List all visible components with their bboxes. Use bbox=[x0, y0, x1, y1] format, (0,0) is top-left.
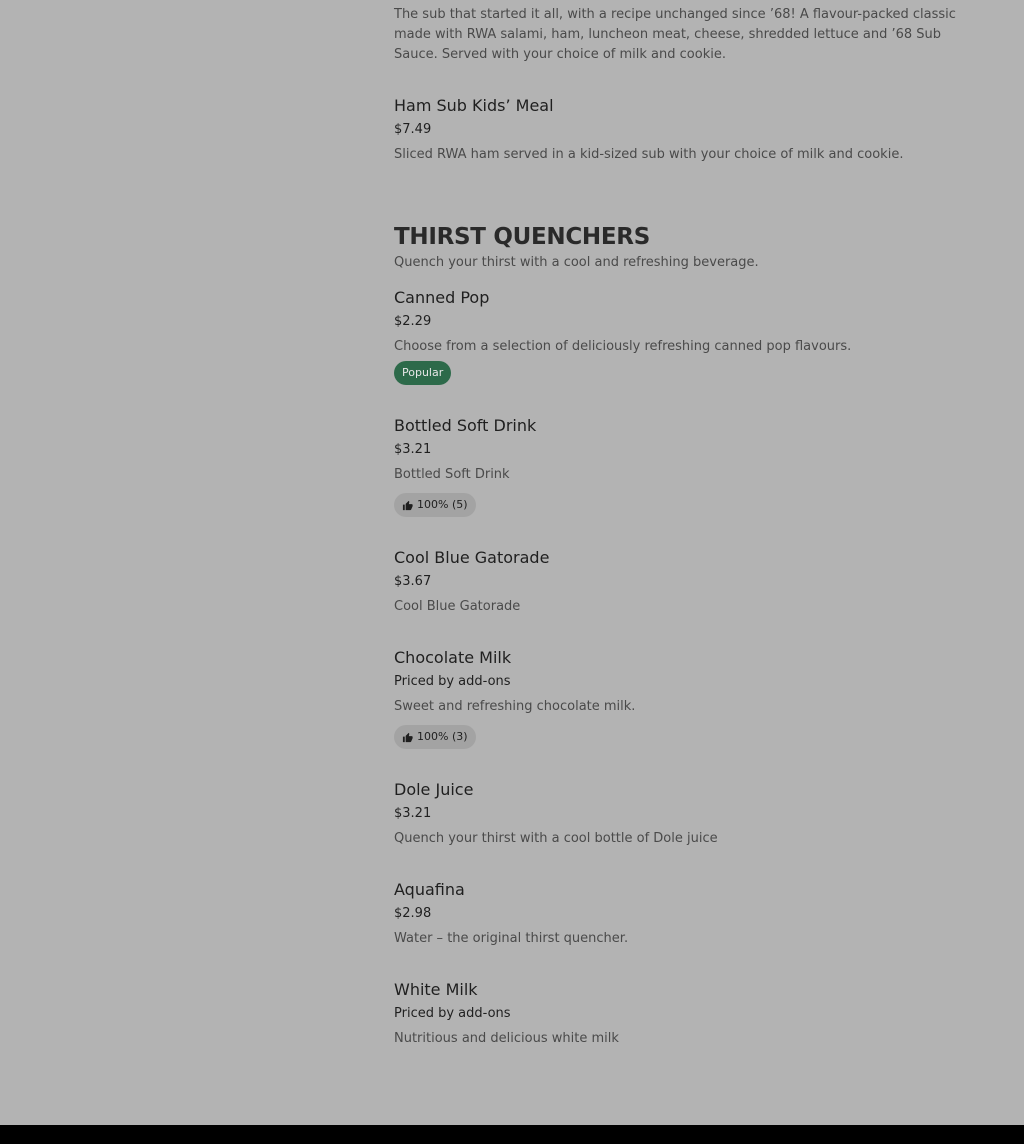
item-name: Chocolate Milk bbox=[394, 648, 512, 667]
section-subtitle: Quench your thirst with a cool and refre… bbox=[394, 255, 759, 270]
item-description: Sweet and refreshing chocolate milk. bbox=[394, 699, 636, 714]
menu-item-white-milk[interactable]: White Milk Priced by add-ons Nutritious … bbox=[394, 980, 984, 1046]
menu-item-dole-juice[interactable]: Dole Juice $3.21 Quench your thirst with… bbox=[394, 780, 984, 846]
item-price: $3.21 bbox=[394, 442, 432, 457]
item-description: Choose from a selection of deliciously r… bbox=[394, 339, 852, 354]
item-name: Cool Blue Gatorade bbox=[394, 548, 550, 567]
item-name: Ham Sub Kids’ Meal bbox=[394, 96, 554, 115]
item-name: White Milk bbox=[394, 980, 478, 999]
item-name: Aquafina bbox=[394, 880, 465, 899]
item-description: Bottled Soft Drink bbox=[394, 467, 510, 482]
footer-bar bbox=[0, 1125, 1024, 1144]
item-price: $3.21 bbox=[394, 806, 432, 821]
thumbs-up-icon bbox=[402, 732, 413, 742]
item-description: The sub that started it all, with a reci… bbox=[394, 7, 956, 62]
item-price: Priced by add-ons bbox=[394, 1006, 511, 1021]
menu-item-bottled-soft-drink[interactable]: Bottled Soft Drink $3.21 Bottled Soft Dr… bbox=[394, 416, 984, 517]
rating-badge: 100% (5) bbox=[394, 493, 476, 517]
rating-badge: 100% (3) bbox=[394, 725, 476, 749]
item-name: Dole Juice bbox=[394, 780, 474, 799]
item-price: $2.98 bbox=[394, 906, 432, 921]
rating-text: 100% (5) bbox=[417, 498, 468, 511]
item-name: Canned Pop bbox=[394, 288, 490, 307]
menu-item-ham-sub-kids-meal[interactable]: Ham Sub Kids’ Meal $7.49 Sliced RWA ham … bbox=[394, 96, 984, 162]
item-price: $3.67 bbox=[394, 574, 432, 589]
section-title: THIRST QUENCHERS bbox=[394, 224, 650, 250]
rating-text: 100% (3) bbox=[417, 730, 468, 743]
menu-item-aquafina[interactable]: Aquafina $2.98 Water – the original thir… bbox=[394, 880, 984, 946]
item-price: $2.29 bbox=[394, 314, 432, 329]
item-description: Water – the original thirst quencher. bbox=[394, 931, 629, 946]
item-price: Priced by add-ons bbox=[394, 674, 511, 689]
item-description: Nutritious and delicious white milk bbox=[394, 1031, 619, 1046]
item-description: Cool Blue Gatorade bbox=[394, 599, 521, 614]
popular-badge: Popular bbox=[394, 361, 452, 385]
item-description: Sliced RWA ham served in a kid-sized sub… bbox=[394, 147, 904, 162]
item-name: Bottled Soft Drink bbox=[394, 416, 537, 435]
item-price: $7.49 bbox=[394, 122, 432, 137]
menu-item-canned-pop[interactable]: Canned Pop $2.29 Choose from a selection… bbox=[394, 288, 984, 354]
item-description: Quench your thirst with a cool bottle of… bbox=[394, 831, 718, 846]
thumbs-up-icon bbox=[402, 500, 413, 510]
menu-item-cool-blue-gatorade[interactable]: Cool Blue Gatorade $3.67 Cool Blue Gator… bbox=[394, 548, 984, 614]
menu-item-chocolate-milk[interactable]: Chocolate Milk Priced by add-ons Sweet a… bbox=[394, 648, 984, 749]
